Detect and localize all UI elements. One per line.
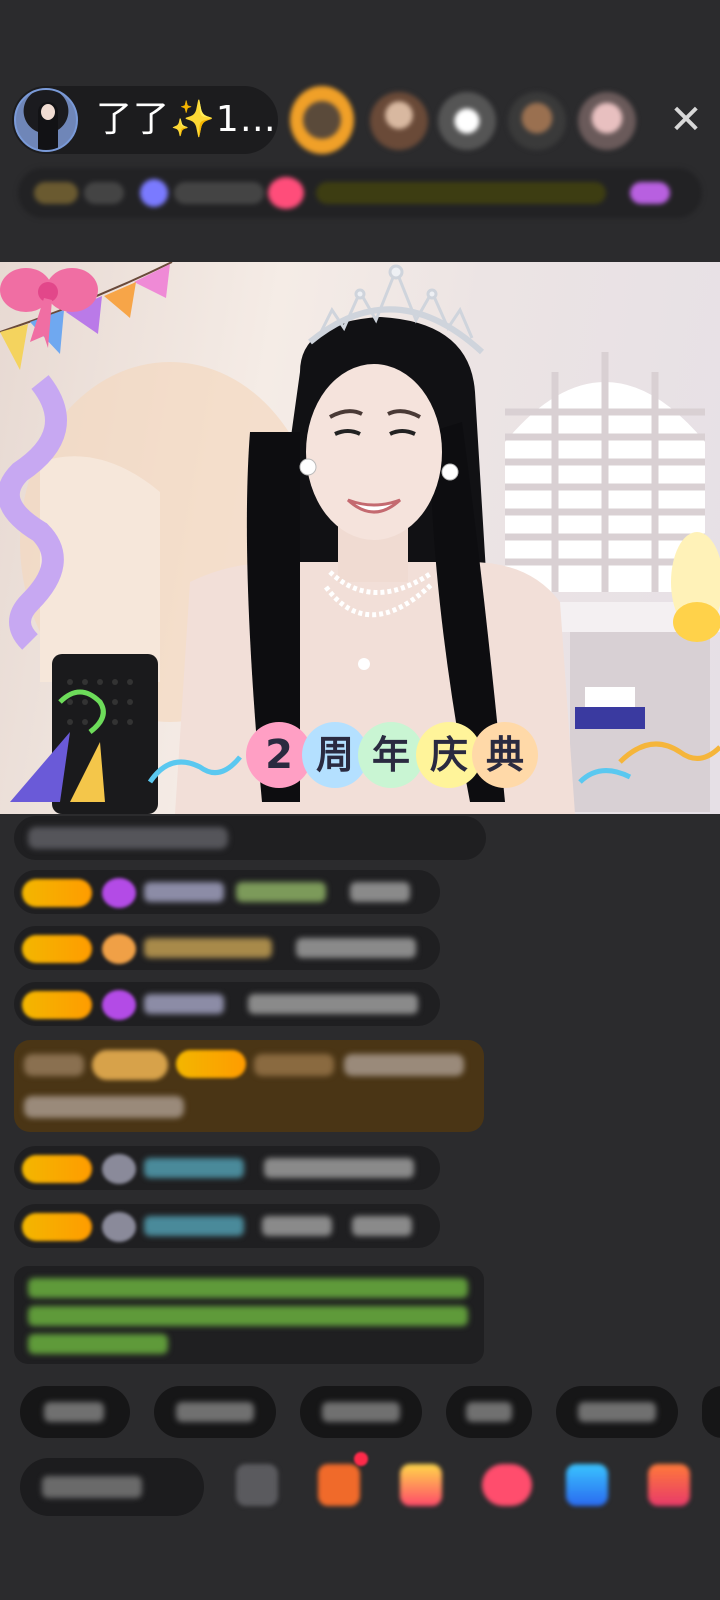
live-video[interactable]: 2 周 年 庆 典 [0, 262, 720, 814]
gem-icon [102, 878, 136, 908]
quick-reply-5[interactable] [556, 1386, 678, 1438]
viewer-avatar-2[interactable] [370, 92, 428, 150]
chat-message-1[interactable] [14, 816, 486, 860]
game-icon[interactable] [482, 1464, 532, 1506]
banner-char-5: 典 [472, 722, 538, 788]
chat-message-highlight[interactable] [14, 1040, 484, 1132]
chat-message-4[interactable] [14, 982, 440, 1026]
chat-message-6[interactable] [14, 1204, 440, 1248]
fan-icon [102, 1212, 136, 1242]
notification-dot [354, 1452, 368, 1466]
quick-reply-4[interactable] [446, 1386, 532, 1438]
quick-reply-1[interactable] [20, 1386, 130, 1438]
viewer-avatar-3[interactable] [438, 92, 496, 150]
close-icon[interactable]: ✕ [666, 100, 706, 140]
fan-icon [102, 1154, 136, 1184]
user-level-badge [22, 1155, 92, 1183]
more-icon[interactable] [236, 1464, 278, 1506]
host-avatar[interactable] [14, 88, 78, 152]
chat-message-3[interactable] [14, 926, 440, 970]
gem-icon [102, 990, 136, 1020]
quick-reply-2[interactable] [154, 1386, 276, 1438]
user-level-badge [22, 879, 92, 907]
viewer-avatar-4[interactable] [508, 92, 566, 150]
gift-icon[interactable] [400, 1464, 442, 1506]
host-avatar-face [41, 104, 55, 120]
chat-message-5[interactable] [14, 1146, 440, 1190]
system-notice [14, 1266, 484, 1364]
quick-reply-6[interactable] [702, 1386, 720, 1438]
host-info-pill[interactable]: 了了✨1… [12, 86, 278, 154]
user-level-badge [22, 935, 92, 963]
quick-reply-3[interactable] [300, 1386, 422, 1438]
anniversary-banner: 2 周 年 庆 典 [246, 718, 546, 798]
user-level-badge [22, 991, 92, 1019]
user-level-badge [22, 1213, 92, 1241]
user-level-badge [176, 1050, 246, 1078]
host-name: 了了✨1… [96, 99, 277, 140]
medal-icon [102, 934, 136, 964]
viewer-avatar-1[interactable] [290, 86, 354, 154]
activity-icon[interactable] [318, 1464, 360, 1506]
rank-info-bar[interactable] [18, 168, 702, 218]
chat-input[interactable] [20, 1458, 204, 1516]
chat-message-2[interactable] [14, 870, 440, 914]
viewer-avatar-5[interactable] [578, 92, 636, 150]
interact-icon[interactable] [566, 1464, 608, 1506]
banner-char-3: 年 [358, 722, 424, 788]
store-icon[interactable] [648, 1464, 690, 1506]
